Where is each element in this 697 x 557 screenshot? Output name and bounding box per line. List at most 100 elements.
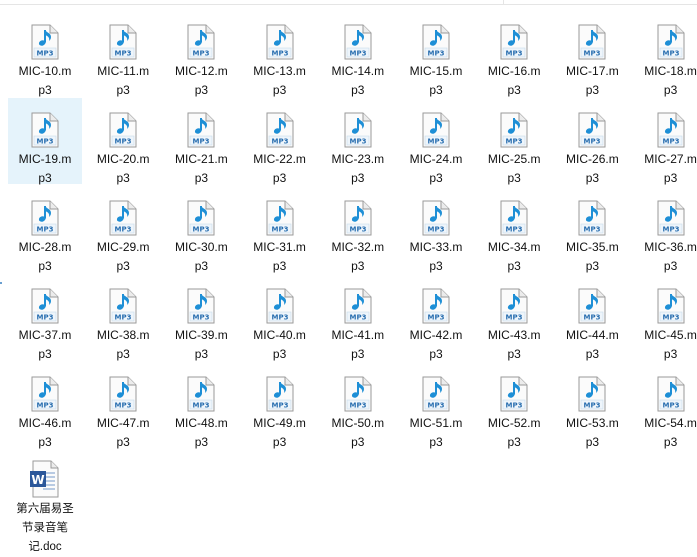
file-item-mp3[interactable]: MP3 MIC-35.m p3	[555, 186, 629, 273]
file-name-line: MIC-40.m	[253, 328, 306, 342]
svg-text:MP3: MP3	[37, 137, 54, 145]
file-item-mp3[interactable]: MP3 MIC-43.m p3	[477, 274, 551, 361]
svg-text:MP3: MP3	[271, 401, 288, 409]
file-item-mp3[interactable]: MP3 MIC-18.m p3	[634, 10, 697, 97]
file-item-mp3[interactable]: MP3 MIC-20.m p3	[86, 98, 160, 185]
file-name-line: MIC-31.m	[253, 240, 306, 254]
file-item-mp3[interactable]: MP3 MIC-31.m p3	[243, 186, 317, 273]
file-item-mp3[interactable]: MP3 MIC-19.m p3	[8, 98, 82, 185]
file-item-mp3[interactable]: MP3 MIC-34.m p3	[477, 186, 551, 273]
file-item-mp3[interactable]: MP3 MIC-41.m p3	[321, 274, 395, 361]
file-name-line: MIC-52.m	[487, 416, 541, 430]
svg-text:MP3: MP3	[662, 49, 679, 57]
file-name-label: MIC-18.m p3	[628, 62, 697, 100]
file-item-mp3[interactable]: MP3 MIC-25.m p3	[477, 98, 551, 185]
file-name-label: MIC-24.m p3	[393, 150, 479, 188]
svg-text:MP3: MP3	[349, 225, 366, 233]
svg-text:MP3: MP3	[584, 225, 601, 233]
file-item-mp3[interactable]: MP3 MIC-33.m p3	[399, 186, 473, 273]
file-name-line: MIC-11.m	[97, 64, 150, 78]
svg-text:MP3: MP3	[662, 401, 679, 409]
mp3-file-icon: MP3	[187, 288, 215, 324]
file-name-line: MIC-14.m	[331, 64, 385, 78]
file-name-line: p3	[272, 435, 287, 449]
file-item-mp3[interactable]: MP3 MIC-39.m p3	[164, 274, 238, 361]
mp3-file-icon: MP3	[578, 200, 606, 236]
mp3-file-icon: MP3	[578, 112, 606, 148]
file-item-mp3[interactable]: MP3 MIC-21.m p3	[164, 98, 238, 185]
file-name-label: MIC-37.m p3	[2, 326, 88, 364]
file-item-mp3[interactable]: MP3 MIC-50.m p3	[321, 362, 395, 449]
file-name-line: MIC-19.m	[18, 152, 72, 166]
file-item-mp3[interactable]: MP3 MIC-48.m p3	[164, 362, 238, 449]
file-name-line: MIC-33.m	[409, 240, 463, 254]
file-item-mp3[interactable]: MP3 MIC-44.m p3	[555, 274, 629, 361]
file-item-mp3[interactable]: MP3 MIC-14.m p3	[321, 10, 395, 97]
mp3-file-icon: MP3	[500, 24, 528, 60]
file-item-mp3[interactable]: MP3 MIC-54.m p3	[634, 362, 697, 449]
file-item-doc[interactable]: W 第六届易圣 节录音笔 记.doc	[8, 450, 82, 553]
svg-text:MP3: MP3	[506, 313, 523, 321]
file-item-mp3[interactable]: MP3 MIC-40.m p3	[243, 274, 317, 361]
file-item-mp3[interactable]: MP3 MIC-23.m p3	[321, 98, 395, 185]
file-item-mp3[interactable]: MP3 MIC-38.m p3	[86, 274, 160, 361]
file-item-mp3[interactable]: MP3 MIC-51.m p3	[399, 362, 473, 449]
svg-text:MP3: MP3	[115, 49, 132, 57]
svg-text:MP3: MP3	[115, 401, 132, 409]
file-item-mp3[interactable]: MP3 MIC-11.m p3	[86, 10, 160, 97]
file-item-mp3[interactable]: MP3 MIC-17.m p3	[555, 10, 629, 97]
file-name-line: p3	[507, 435, 521, 449]
file-item-mp3[interactable]: MP3 MIC-47.m p3	[86, 362, 160, 449]
file-item-mp3[interactable]: MP3 MIC-46.m p3	[8, 362, 82, 449]
file-item-mp3[interactable]: MP3 MIC-27.m p3	[634, 98, 697, 185]
file-name-label: MIC-13.m p3	[237, 62, 323, 100]
file-item-mp3[interactable]: MP3 MIC-32.m p3	[321, 186, 395, 273]
file-item-mp3[interactable]: MP3 MIC-37.m p3	[8, 274, 82, 361]
file-name-line: MIC-12.m	[175, 64, 228, 78]
file-name-label: MIC-21.m p3	[158, 150, 244, 188]
file-item-mp3[interactable]: MP3 MIC-13.m p3	[243, 10, 317, 97]
file-name-line: MIC-10.m	[18, 64, 72, 78]
svg-text:MP3: MP3	[271, 49, 288, 57]
file-item-mp3[interactable]: MP3 MIC-22.m p3	[243, 98, 317, 185]
file-item-mp3[interactable]: MP3 MIC-30.m p3	[164, 186, 238, 273]
file-item-mp3[interactable]: MP3 MIC-49.m p3	[243, 362, 317, 449]
file-name-line: MIC-39.m	[175, 328, 228, 342]
file-name-label: MIC-30.m p3	[158, 238, 244, 276]
file-item-mp3[interactable]: MP3 MIC-10.m p3	[8, 10, 82, 97]
file-name-line: MIC-48.m	[175, 416, 228, 430]
file-item-mp3[interactable]: MP3 MIC-16.m p3	[477, 10, 551, 97]
file-item-mp3[interactable]: MP3 MIC-26.m p3	[555, 98, 629, 185]
file-name-line: MIC-41.m	[331, 328, 385, 342]
mp3-file-icon: MP3	[422, 24, 450, 60]
file-item-mp3[interactable]: MP3 MIC-45.m p3	[634, 274, 697, 361]
file-item-mp3[interactable]: MP3 MIC-12.m p3	[164, 10, 238, 97]
file-item-mp3[interactable]: MP3 MIC-52.m p3	[477, 362, 551, 449]
svg-text:MP3: MP3	[584, 49, 601, 57]
svg-text:MP3: MP3	[115, 225, 132, 233]
mp3-file-icon: MP3	[657, 288, 685, 324]
file-item-mp3[interactable]: MP3 MIC-36.m p3	[634, 186, 697, 273]
file-item-mp3[interactable]: MP3 MIC-15.m p3	[399, 10, 473, 97]
file-name-label: MIC-11.m p3	[80, 62, 166, 100]
mp3-file-icon: MP3	[344, 112, 372, 148]
file-name-line: MIC-44.m	[566, 328, 619, 342]
file-item-mp3[interactable]: MP3 MIC-24.m p3	[399, 98, 473, 185]
svg-text:MP3: MP3	[37, 313, 54, 321]
mp3-file-icon: MP3	[31, 24, 59, 60]
file-item-mp3[interactable]: MP3 MIC-42.m p3	[399, 274, 473, 361]
file-item-mp3[interactable]: MP3 MIC-29.m p3	[86, 186, 160, 273]
svg-text:MP3: MP3	[428, 225, 445, 233]
svg-text:MP3: MP3	[37, 401, 54, 409]
svg-text:MP3: MP3	[428, 313, 445, 321]
file-name-label: MIC-31.m p3	[237, 238, 323, 276]
file-item-mp3[interactable]: MP3 MIC-53.m p3	[555, 362, 629, 449]
file-item-mp3[interactable]: MP3 MIC-28.m p3	[8, 186, 82, 273]
file-name-line: MIC-51.m	[409, 416, 463, 430]
svg-text:MP3: MP3	[115, 313, 132, 321]
mp3-file-icon: MP3	[657, 376, 685, 412]
file-name-label: MIC-45.m p3	[628, 326, 697, 364]
file-name-line: MIC-54.m	[644, 416, 697, 430]
file-name-label: MIC-25.m p3	[471, 150, 557, 188]
file-name-label: MIC-47.m p3	[80, 414, 166, 452]
